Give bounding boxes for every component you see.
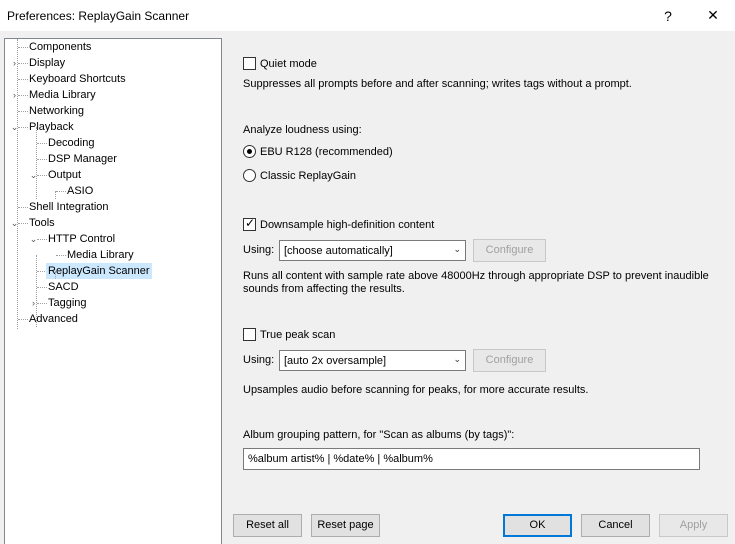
- tree-item-label: Components: [29, 41, 92, 53]
- tree-item[interactable]: Shell Integration: [5, 199, 221, 215]
- tree-item[interactable]: › Display: [5, 55, 221, 71]
- tree-item-label: Networking: [29, 105, 85, 117]
- downsample-label[interactable]: Downsample high-definition content: [260, 219, 434, 231]
- title-bar: Preferences: ReplayGain Scanner ? ✕: [0, 0, 735, 31]
- tree-item-label: DSP Manager: [48, 153, 117, 165]
- tree-item[interactable]: ⌄ Playback: [5, 119, 221, 135]
- true-peak-description: Upsamples audio before scanning for peak…: [243, 384, 589, 396]
- tree-item-label: Tools: [29, 217, 55, 229]
- apply-button[interactable]: Apply: [659, 514, 728, 537]
- downsample-checkbox[interactable]: ✓: [243, 216, 256, 231]
- downsample-using-label: Using:: [243, 244, 275, 256]
- window-title: Preferences: ReplayGain Scanner: [7, 9, 190, 23]
- close-button[interactable]: ✕: [691, 0, 735, 31]
- tree-guide-line: [36, 255, 37, 327]
- analyze-loudness-label: Analyze loudness using:: [243, 124, 362, 136]
- tree-item[interactable]: › Media Library: [5, 87, 221, 103]
- downsample-description: Runs all content with sample rate above …: [243, 270, 709, 295]
- album-grouping-label: Album grouping pattern, for "Scan as alb…: [243, 429, 515, 441]
- tree-item[interactable]: Networking: [5, 103, 221, 119]
- tree-item[interactable]: Media Library: [5, 247, 221, 263]
- downsample-configure-button[interactable]: Configure: [473, 239, 546, 262]
- tree-guide-line: [17, 39, 18, 329]
- tree-guide-line: [55, 271, 56, 279]
- tree-guide-line: [55, 191, 56, 199]
- tree-item[interactable]: ReplayGain Scanner: [5, 263, 221, 279]
- help-button[interactable]: ?: [646, 0, 690, 31]
- tree-item-label: Media Library: [67, 249, 134, 261]
- downsample-method-select[interactable]: [choose automatically] ⌄: [279, 240, 466, 261]
- reset-all-button[interactable]: Reset all: [233, 514, 302, 537]
- tree-guide-line: [36, 127, 37, 199]
- tree-item-label: ASIO: [67, 185, 94, 197]
- tree-item-label: Media Library: [29, 89, 96, 101]
- true-peak-configure-button[interactable]: Configure: [473, 349, 546, 372]
- tree-item[interactable]: ⌄ HTTP Control: [5, 231, 221, 247]
- tree-item-label: Display: [29, 57, 66, 69]
- tree-item[interactable]: ⌄ Tools: [5, 215, 221, 231]
- reset-page-button[interactable]: Reset page: [311, 514, 380, 537]
- dialog-body: Components › Display Keyboard Shortcuts › Med…: [0, 31, 735, 544]
- tree-item-label: Shell Integration: [29, 201, 109, 213]
- true-peak-method-value: [auto 2x oversample]: [284, 355, 387, 367]
- preferences-tree[interactable]: Components › Display Keyboard Shortcuts › Med…: [4, 38, 222, 544]
- ok-button[interactable]: OK: [503, 514, 572, 537]
- tree-item[interactable]: SACD: [5, 279, 221, 295]
- tree-item-label: Playback: [29, 121, 74, 133]
- tree-item[interactable]: Keyboard Shortcuts: [5, 71, 221, 87]
- album-grouping-field[interactable]: [244, 449, 699, 469]
- radio-selected-dot: [247, 149, 252, 154]
- tree-item[interactable]: ⌄ Output: [5, 167, 221, 183]
- check-icon: ✓: [245, 216, 256, 230]
- tree-item[interactable]: ASIO: [5, 183, 221, 199]
- true-peak-checkbox[interactable]: [243, 328, 256, 341]
- tree-item[interactable]: Decoding: [5, 135, 221, 151]
- tree-item[interactable]: DSP Manager: [5, 151, 221, 167]
- tree-item-label: Decoding: [48, 137, 95, 149]
- ebu-r128-radio[interactable]: [243, 145, 256, 158]
- tree-item-label: SACD: [48, 281, 79, 293]
- tree-item-label: Advanced: [29, 313, 78, 325]
- quiet-mode-description: Suppresses all prompts before and after …: [243, 78, 632, 90]
- tree-item[interactable]: Components: [5, 39, 221, 55]
- tree-item[interactable]: › Tagging: [5, 295, 221, 311]
- album-grouping-input[interactable]: [243, 448, 700, 470]
- true-peak-label[interactable]: True peak scan: [260, 329, 335, 341]
- tree-item-label: Tagging: [48, 297, 87, 309]
- quiet-mode-label[interactable]: Quiet mode: [260, 58, 317, 70]
- true-peak-using-label: Using:: [243, 354, 275, 366]
- tree-item-label: HTTP Control: [48, 233, 116, 245]
- tree-item-label: Output: [48, 169, 82, 181]
- tree-item-label: ReplayGain Scanner: [46, 263, 152, 279]
- tree-item[interactable]: Advanced: [5, 311, 221, 327]
- cancel-button[interactable]: Cancel: [581, 514, 650, 537]
- classic-replaygain-radio[interactable]: [243, 169, 256, 182]
- chevron-down-icon: ⌄: [453, 354, 461, 364]
- downsample-method-value: [choose automatically]: [284, 245, 393, 257]
- classic-replaygain-label[interactable]: Classic ReplayGain: [260, 170, 356, 182]
- quiet-mode-checkbox[interactable]: [243, 57, 256, 70]
- chevron-down-icon[interactable]: ⌄: [29, 235, 38, 244]
- chevron-down-icon: ⌄: [453, 244, 461, 254]
- tree-item-label: Keyboard Shortcuts: [29, 73, 126, 85]
- true-peak-method-select[interactable]: [auto 2x oversample] ⌄: [279, 350, 466, 371]
- ebu-r128-label[interactable]: EBU R128 (recommended): [260, 146, 393, 158]
